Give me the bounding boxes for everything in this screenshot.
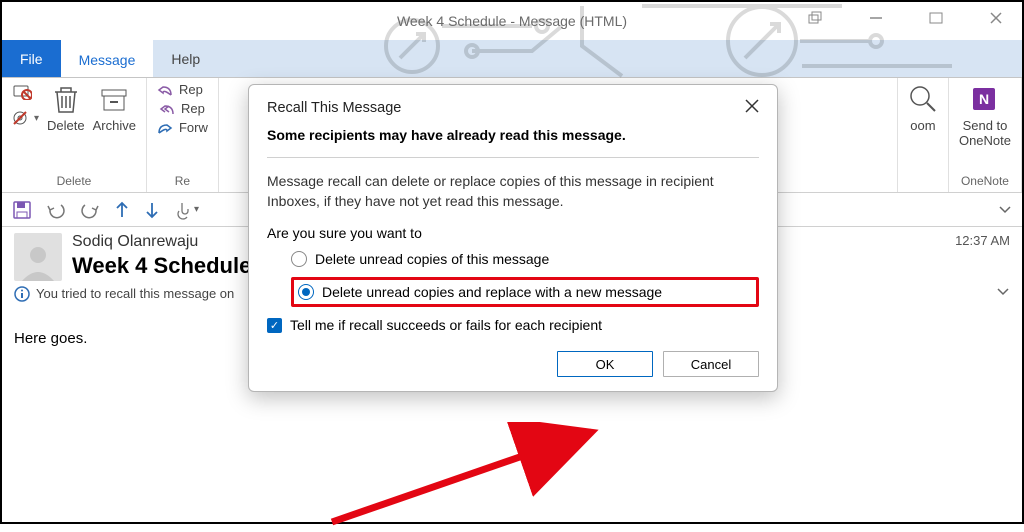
delete-button[interactable]: Delete (47, 82, 85, 133)
group-delete: ▾ Delete Archive Delete (2, 78, 147, 192)
radio-delete-unread[interactable]: Delete unread copies of this message (291, 251, 759, 267)
dialog-question: Are you sure you want to (267, 225, 759, 241)
save-icon[interactable] (12, 200, 32, 220)
group-respond: Rep Rep Forw Re (147, 78, 219, 192)
window-restore-icon[interactable] (796, 4, 836, 32)
delete-label: Delete (47, 118, 85, 133)
tab-message[interactable]: Message (61, 40, 154, 77)
annotation-arrow (322, 422, 642, 532)
checkbox-icon: ✓ (267, 318, 282, 333)
forward-icon (157, 121, 175, 135)
sender-name: Sodiq Olanrewaju (72, 233, 251, 251)
title-bar: Week 4 Schedule - Message (HTML) (2, 2, 1022, 40)
reply-all-button[interactable]: Rep (157, 101, 208, 116)
info-icon (14, 286, 30, 302)
junk-icon[interactable]: ▾ (12, 109, 39, 127)
onenote-label: Send to OneNote (959, 118, 1011, 148)
magnifier-icon (908, 82, 938, 116)
divider (267, 157, 759, 158)
zoom-label: oom (910, 118, 935, 133)
radio-label-1: Delete unread copies of this message (315, 251, 549, 267)
arrow-up-icon[interactable] (114, 200, 130, 220)
archive-icon (99, 82, 129, 116)
ribbon-tabs: File Message Help (2, 40, 1022, 78)
svg-text:N: N (979, 91, 989, 107)
group-label-zoom (921, 174, 924, 188)
group-zoom: oom (897, 78, 949, 192)
group-onenote: N Send to OneNote OneNote (949, 78, 1022, 192)
radio-icon (291, 251, 307, 267)
avatar (14, 233, 62, 281)
close-icon[interactable] (976, 4, 1016, 32)
reply-icon (157, 83, 175, 97)
radio-delete-and-replace[interactable]: Delete unread copies and replace with a … (291, 277, 759, 307)
group-label-respond: Re (175, 174, 190, 188)
group-label-onenote: OneNote (961, 174, 1009, 188)
archive-label: Archive (93, 118, 136, 133)
radio-label-2: Delete unread copies and replace with a … (322, 284, 662, 300)
reply-all-icon (157, 102, 177, 116)
subject: Week 4 Schedule (72, 253, 251, 279)
forward-button[interactable]: Forw (157, 120, 208, 135)
checkbox-tell-me[interactable]: ✓ Tell me if recall succeeds or fails fo… (267, 317, 759, 333)
minimize-icon[interactable] (856, 4, 896, 32)
chevron-down-icon[interactable] (996, 285, 1010, 302)
window-title: Week 4 Schedule - Message (HTML) (397, 13, 627, 29)
group-label-delete: Delete (57, 174, 92, 188)
dialog-close-icon[interactable] (745, 99, 759, 117)
ribbon-options-icon[interactable] (998, 203, 1012, 217)
checkbox-label: Tell me if recall succeeds or fails for … (290, 317, 602, 333)
ok-button[interactable]: OK (557, 351, 653, 377)
onenote-icon: N (969, 82, 1001, 116)
arrow-down-icon[interactable] (144, 200, 160, 220)
dialog-description: Message recall can delete or replace cop… (267, 172, 759, 211)
cancel-button[interactable]: Cancel (663, 351, 759, 377)
undo-icon[interactable] (46, 201, 66, 219)
touch-mode-icon[interactable]: ▾ (174, 200, 199, 220)
tab-file[interactable]: File (2, 40, 61, 77)
maximize-icon[interactable] (916, 4, 956, 32)
zoom-button[interactable]: oom (908, 82, 938, 133)
recall-dialog: Recall This Message Some recipients may … (248, 84, 778, 392)
ignore-icon[interactable] (12, 82, 39, 103)
tab-help[interactable]: Help (153, 40, 218, 77)
archive-button[interactable]: Archive (93, 82, 136, 133)
trash-icon (51, 82, 81, 116)
dialog-title: Recall This Message (267, 100, 401, 116)
dialog-heading: Some recipients may have already read th… (267, 127, 759, 143)
info-text: You tried to recall this message on (36, 286, 234, 301)
timestamp: 12:37 AM (955, 233, 1010, 248)
reply-button[interactable]: Rep (157, 82, 208, 97)
redo-icon[interactable] (80, 201, 100, 219)
radio-icon-selected (298, 284, 314, 300)
send-to-onenote-button[interactable]: N Send to OneNote (959, 82, 1011, 148)
